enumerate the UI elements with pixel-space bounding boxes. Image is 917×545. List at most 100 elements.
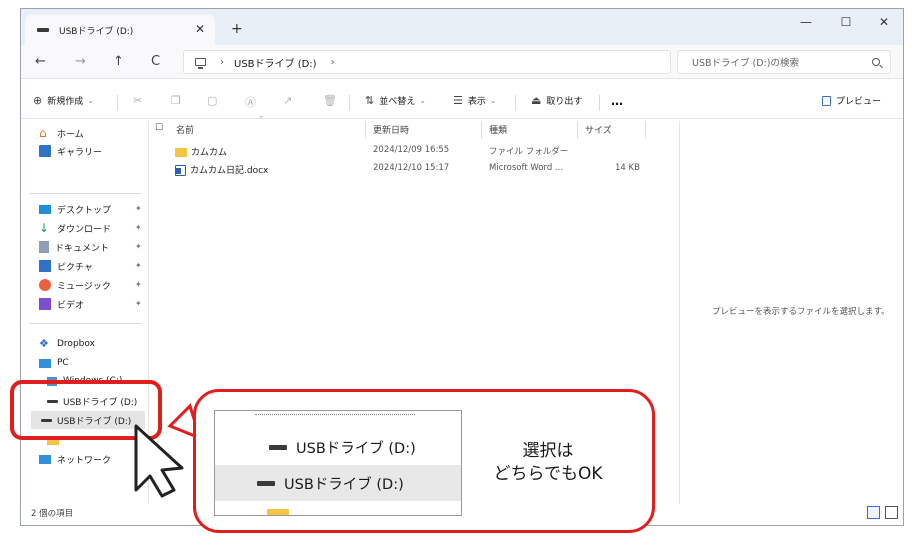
preview-pane-icon [821, 95, 831, 106]
sidebar-item-home[interactable]: ⌂ ホーム [39, 125, 84, 141]
paste-button[interactable]: ▢ [207, 94, 222, 107]
sort-button[interactable]: ⇅ 並べ替え ⌄ [365, 94, 426, 107]
tab-close-icon[interactable]: ✕ [195, 22, 205, 36]
callout-text-line1: 選択は [522, 441, 574, 461]
folder-icon [267, 509, 289, 515]
view-button[interactable]: ☰ 表示 ⌄ [453, 94, 497, 107]
sidebar-item-music[interactable]: ミュージック [39, 277, 111, 293]
zoom-item-label: USBドライブ (D:) [284, 476, 404, 493]
divider [599, 95, 600, 111]
column-divider[interactable] [645, 121, 646, 139]
select-all-checkbox[interactable]: ☐ [155, 123, 163, 133]
view-list-icon: ☰ [453, 94, 463, 107]
address-bar[interactable]: › USBドライブ (D:) › [183, 50, 671, 74]
column-header-modified[interactable]: 更新日時 [373, 123, 409, 136]
close-button[interactable]: ✕ [869, 15, 899, 29]
sidebar-item-label: ビデオ [57, 300, 85, 311]
zoom-item-usb-drive-selected: USBドライブ (D:) [215, 465, 461, 501]
search-icon[interactable] [872, 58, 880, 66]
column-divider[interactable] [577, 121, 578, 139]
eject-button[interactable]: ⏏ 取り出す [531, 94, 582, 107]
plus-circle-icon: ⊕ [33, 94, 43, 107]
address-row: ← → ↑ C › USBドライブ (D:) › USBドライブ (D:)の検索 [21, 45, 903, 79]
new-button[interactable]: ⊕ 新規作成 ⌄ [33, 94, 94, 107]
status-item-count: 2 個の項目 [31, 509, 74, 519]
new-tab-button[interactable]: + [231, 21, 243, 37]
drive-icon [37, 28, 49, 32]
up-button[interactable]: ↑ [113, 54, 124, 69]
tab-usb-drive[interactable]: USBドライブ (D:) ✕ [25, 15, 215, 45]
zoom-item-label: USBドライブ (D:) [296, 440, 416, 457]
pictures-icon [39, 260, 51, 272]
cut-button[interactable]: ✂ [133, 94, 147, 107]
desktop-icon [39, 204, 51, 214]
breadcrumb-separator[interactable]: › [331, 57, 335, 68]
zoomed-sidebar-view: USBドライブ (D:) USBドライブ (D:) [214, 410, 462, 516]
sidebar-item-label: デスクトップ [57, 205, 112, 216]
table-row[interactable]: カムカム 2024/12/09 16:55 ファイル フォルダー [171, 143, 661, 159]
breadcrumb-separator: › [220, 56, 224, 68]
pin-icon[interactable]: ✦ [135, 223, 142, 232]
breadcrumb-usb-drive[interactable]: USBドライブ (D:) [234, 55, 317, 70]
callout-text: 選択は どちらでもOK [478, 440, 618, 486]
table-row[interactable]: カムカム日記.docx 2024/12/10 15:17 Microsoft W… [171, 161, 661, 177]
file-type-cell: Microsoft Word ... [489, 163, 564, 173]
sidebar-item-dropbox[interactable]: ❖ Dropbox [39, 336, 95, 352]
refresh-button[interactable]: C [151, 54, 160, 69]
forward-button[interactable]: → [75, 54, 86, 69]
copy-button[interactable]: ❐ [171, 94, 186, 107]
pin-icon[interactable]: ✦ [135, 280, 142, 289]
large-icons-view-icon[interactable] [885, 506, 898, 519]
sidebar-item-label: ピクチャ [57, 262, 93, 273]
sidebar-item-pictures[interactable]: ピクチャ [39, 258, 93, 274]
file-modified-cell: 2024/12/09 16:55 [373, 145, 450, 155]
column-header-name[interactable]: 名前 [176, 123, 194, 136]
drive-icon [269, 444, 287, 450]
more-options-button[interactable]: … [611, 94, 623, 108]
sidebar-item-videos[interactable]: ビデオ [39, 296, 84, 312]
column-header-type[interactable]: 種類 [489, 123, 507, 136]
sidebar-item-desktop[interactable]: デスクトップ [39, 201, 111, 217]
details-view-icon[interactable] [867, 506, 880, 519]
file-name-cell: カムカム [175, 145, 227, 158]
pin-icon[interactable]: ✦ [135, 261, 142, 270]
callout-text-line2: どちらでもOK [493, 464, 603, 484]
minimize-button[interactable]: — [791, 15, 821, 29]
share-button[interactable]: ↗ [283, 94, 297, 107]
sidebar-item-label: ギャラリー [57, 147, 103, 158]
preview-message: プレビューを表示するファイルを選択します。 [712, 307, 890, 317]
sidebar-item-label: ダウンロード [57, 224, 112, 235]
document-icon [39, 241, 49, 253]
search-input[interactable]: USBドライブ (D:)の検索 [677, 50, 891, 74]
sidebar-item-label: ホーム [57, 129, 84, 140]
scissors-icon: ✂ [133, 94, 143, 107]
file-modified-cell: 2024/12/10 15:17 [373, 163, 450, 173]
home-icon: ⌂ [39, 126, 47, 140]
preview-label: プレビュー [835, 97, 881, 107]
sidebar-item-network[interactable]: ネットワーク [39, 451, 111, 467]
word-document-icon [175, 165, 186, 176]
sort-icon: ⇅ [365, 94, 375, 107]
sidebar-item-pc[interactable]: PC [39, 355, 69, 371]
back-button[interactable]: ← [35, 54, 46, 69]
sidebar-item-downloads[interactable]: ↓ ダウンロード [39, 220, 111, 236]
pin-icon[interactable]: ✦ [135, 242, 142, 251]
sidebar-item-documents[interactable]: ドキュメント [39, 239, 109, 255]
pin-icon[interactable]: ✦ [135, 299, 142, 308]
pin-icon[interactable]: ✦ [135, 204, 142, 213]
column-header-size[interactable]: サイズ [585, 123, 612, 136]
mouse-cursor-icon [134, 424, 184, 498]
divider [515, 95, 516, 111]
delete-button[interactable]: 🗑 [323, 94, 342, 107]
preview-button[interactable]: プレビュー [821, 94, 881, 107]
column-divider[interactable] [481, 121, 482, 139]
sidebar-item-gallery[interactable]: ギャラリー [39, 143, 102, 159]
view-label: 表示 [467, 97, 486, 107]
maximize-button[interactable]: ☐ [831, 15, 861, 29]
drive-icon [257, 480, 275, 486]
sort-label: 並べ替え [379, 97, 416, 107]
column-divider[interactable] [365, 121, 366, 139]
chevron-down-icon: ⌄ [489, 96, 497, 105]
dropbox-icon: ❖ [39, 337, 49, 350]
rename-button[interactable]: Ⓐ [245, 94, 261, 110]
